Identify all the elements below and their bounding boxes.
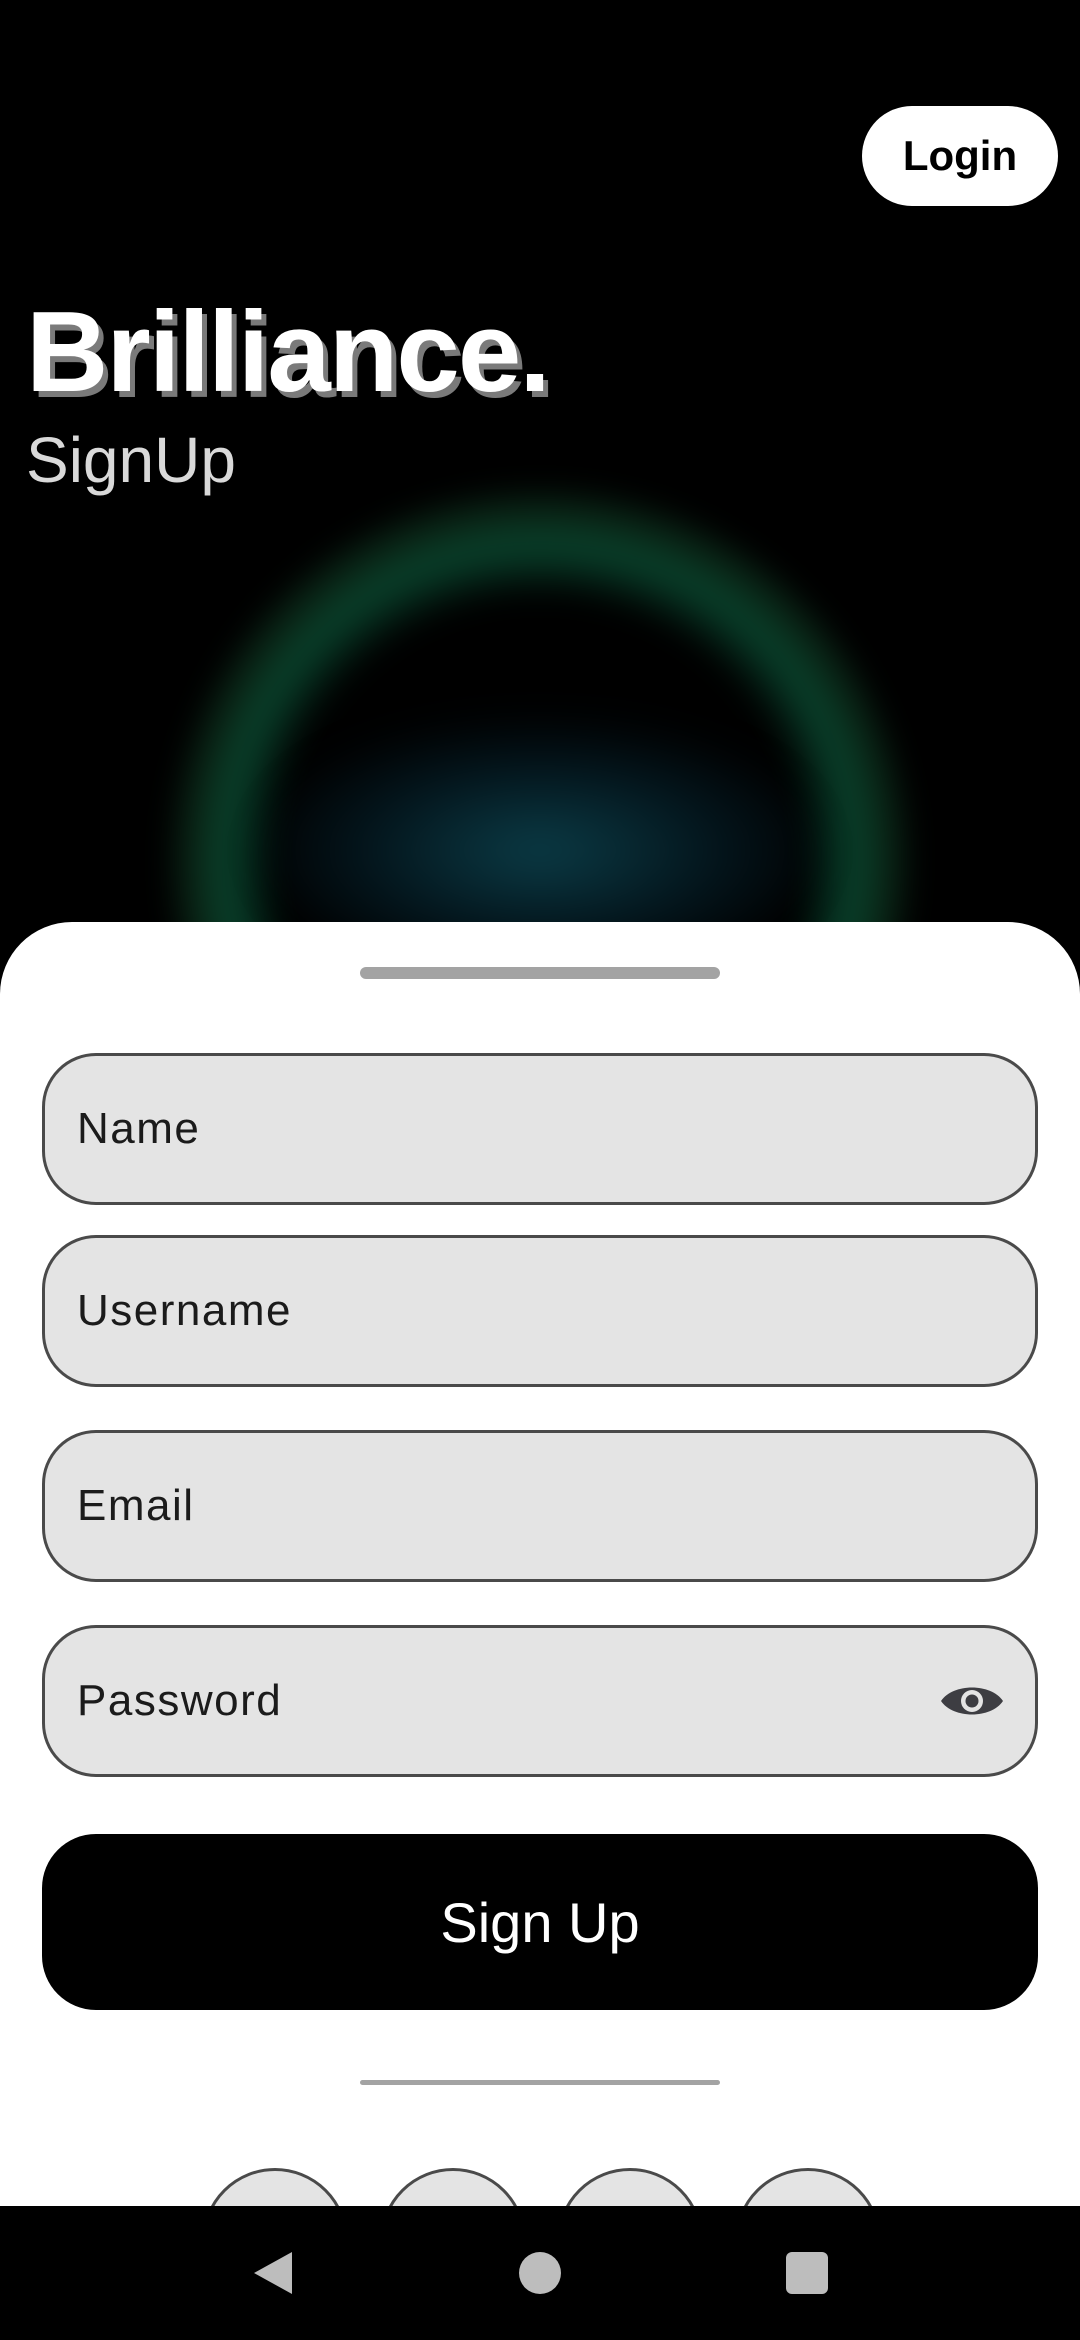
login-button[interactable]: Login: [862, 106, 1058, 206]
back-icon[interactable]: [233, 2233, 313, 2313]
eye-icon[interactable]: [939, 1679, 1005, 1723]
username-placeholder: Username: [77, 1286, 292, 1335]
system-navigation-bar: [0, 2206, 1080, 2340]
username-field[interactable]: Username: [42, 1235, 1038, 1387]
name-placeholder: Name: [77, 1104, 201, 1153]
home-icon[interactable]: [500, 2233, 580, 2313]
password-field[interactable]: Password: [42, 1625, 1038, 1777]
sheet-drag-handle[interactable]: [360, 967, 720, 979]
social-divider: [360, 2080, 720, 2085]
email-field[interactable]: Email: [42, 1430, 1038, 1582]
recents-icon[interactable]: [767, 2233, 847, 2313]
hero-section: Login Brilliance. SignUp: [0, 0, 1080, 940]
signup-sheet: Name Username Email Password Sign Up: [0, 922, 1080, 2222]
password-placeholder: Password: [77, 1676, 283, 1725]
sign-up-button[interactable]: Sign Up: [42, 1834, 1038, 2010]
brand-title: Brilliance.: [26, 289, 551, 416]
page-subtitle: SignUp: [26, 424, 236, 496]
name-field[interactable]: Name: [42, 1053, 1038, 1205]
email-placeholder: Email: [77, 1481, 195, 1530]
